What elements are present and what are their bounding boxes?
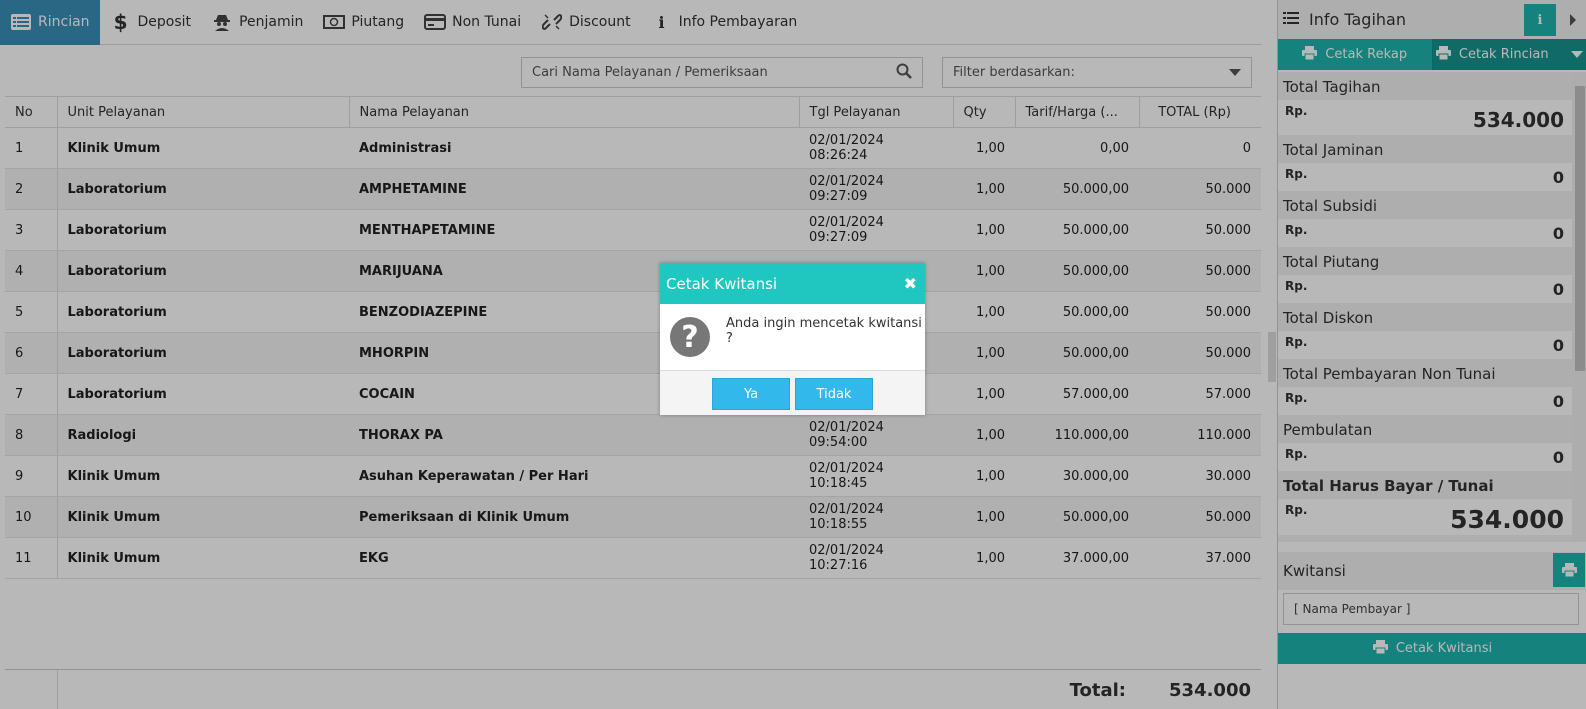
question-icon: ? bbox=[670, 317, 710, 357]
dialog-body: ? Anda ingin mencetak kwitansi ? bbox=[660, 304, 925, 370]
cetak-kwitansi-dialog: Cetak Kwitansi ✖ ? Anda ingin mencetak k… bbox=[660, 263, 925, 415]
dialog-title: Cetak Kwitansi bbox=[666, 274, 778, 293]
no-button[interactable]: Tidak bbox=[795, 378, 873, 410]
dialog-footer: Ya Tidak bbox=[660, 370, 925, 415]
yes-button[interactable]: Ya bbox=[712, 378, 790, 410]
dialog-message: Anda ingin mencetak kwitansi ? bbox=[726, 316, 922, 346]
close-icon[interactable]: ✖ bbox=[904, 274, 917, 293]
dialog-header: Cetak Kwitansi ✖ bbox=[660, 263, 925, 304]
